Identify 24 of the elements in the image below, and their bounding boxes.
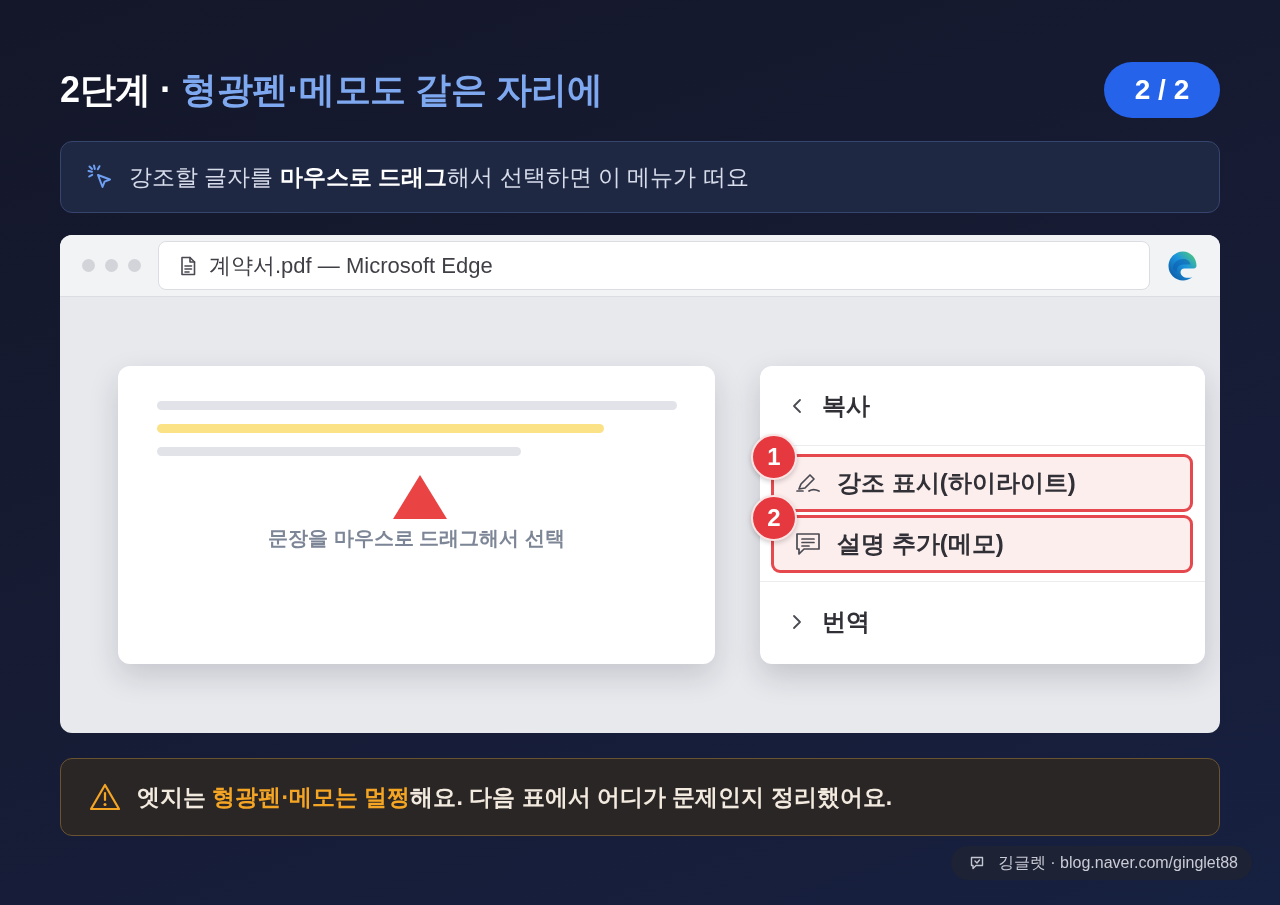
page-indicator: 2 / 2 — [1104, 62, 1220, 118]
speech-bubble-icon — [969, 856, 984, 870]
up-triangle-icon — [392, 475, 447, 519]
swirl-logo-icon[interactable] — [1167, 249, 1199, 282]
address-bar[interactable]: 계약서.pdf — Microsoft Edge — [158, 241, 1150, 290]
warning-icon — [89, 783, 121, 811]
window-dot-icon[interactable] — [105, 259, 118, 272]
notice-text: 엣지는 형광펜·메모는 멀쩡해요. 다음 표에서 어디가 문제인지 정리했어요. — [137, 782, 893, 812]
window-dot-icon[interactable] — [128, 259, 141, 272]
hint-text: 강조할 글자를 마우스로 드래그해서 선택하면 이 메뉴가 떠요 — [129, 162, 749, 192]
page-title: 2단계 · 형광펜·메모도 같은 자리에 — [60, 67, 602, 112]
credit-text: 깅글렛 · blog.naver.com/ginglet88 — [997, 852, 1238, 873]
number-marker: 1 — [751, 434, 797, 480]
comment-icon — [795, 532, 821, 556]
chevron-left-icon — [792, 397, 802, 414]
window-title: 계약서.pdf — Microsoft Edge — [209, 251, 493, 280]
marker-pen-icon — [795, 472, 821, 494]
window-dot-icon[interactable] — [82, 259, 95, 272]
document-caption: 문장을 마우스로 드래그해서 선택 — [268, 526, 565, 551]
document-icon — [180, 255, 196, 276]
chevron-right-icon — [792, 613, 802, 630]
cursor-click-icon — [87, 164, 113, 190]
number-marker: 2 — [751, 495, 797, 541]
menu-item[interactable]: 번역 — [760, 582, 1205, 661]
